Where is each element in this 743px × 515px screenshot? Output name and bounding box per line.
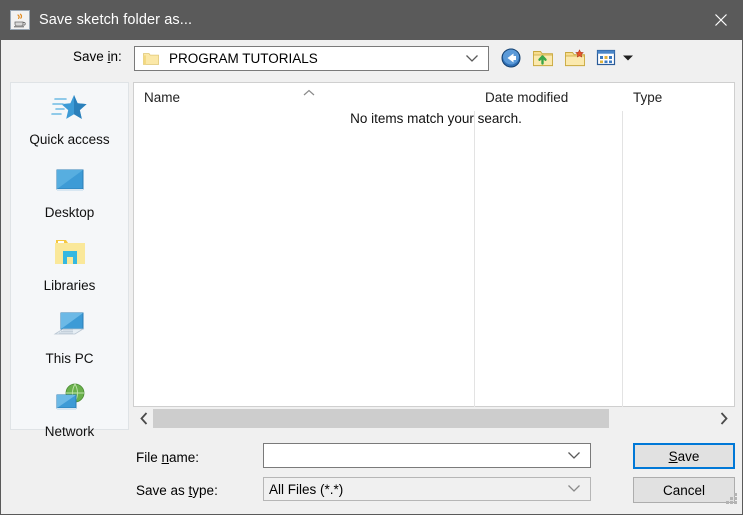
save-in-label: Save in: [73,49,122,64]
java-coffee-cup-icon [10,10,30,30]
star-icon [49,89,91,129]
dialog-toolbar [500,47,634,69]
file-list[interactable]: Name Date modified Type No items match y… [133,82,735,408]
scrollbar-thumb[interactable] [153,409,609,428]
file-name-input[interactable] [264,444,564,467]
save-as-type-label: Save as type: [136,483,218,498]
save-as-type-combobox[interactable]: All Files (*.*) [263,477,591,501]
cancel-button[interactable]: Cancel [633,477,735,503]
computer-icon [49,308,91,348]
network-globe-icon [49,381,91,421]
resize-grip[interactable] [726,492,738,510]
caret-down-icon[interactable] [622,47,634,69]
title-bar: Save sketch folder as... [1,0,742,40]
caret-up-icon [302,84,316,102]
sidebar-item-label: Desktop [44,205,95,220]
file-name-combobox[interactable] [263,443,591,468]
folder-up-icon[interactable] [532,47,554,69]
save-in-value: PROGRAM TUTORIALS [169,51,318,66]
chevron-down-icon[interactable] [567,447,581,465]
chevron-down-icon[interactable] [465,50,479,68]
scroll-left-button[interactable] [133,407,155,430]
sidebar-item-libraries[interactable]: Libraries [11,229,128,302]
libraries-folder-icon [49,235,91,275]
sidebar-item-label: Network [44,424,95,439]
monitor-icon [49,162,91,202]
sidebar-item-quick-access[interactable]: Quick access [11,83,128,156]
save-file-dialog: Save sketch folder as... Save in: PROGRA… [0,0,743,515]
sidebar-item-label: This PC [45,351,94,366]
chevron-down-icon[interactable] [567,480,581,498]
sidebar-item-this-pc[interactable]: This PC [11,302,128,375]
column-header-date-modified[interactable]: Date modified [475,83,622,111]
save-in-combobox[interactable]: PROGRAM TUTORIALS [134,46,489,71]
empty-state-message: No items match your search. [350,111,522,126]
sidebar-item-desktop[interactable]: Desktop [11,156,128,229]
new-folder-icon[interactable] [564,47,586,69]
back-arrow-icon[interactable] [500,47,522,69]
column-divider[interactable] [622,86,623,408]
horizontal-scrollbar[interactable] [133,407,735,430]
file-list-header: Name Date modified Type [134,83,734,111]
sidebar-item-label: Libraries [43,278,96,293]
sidebar-item-label: Quick access [29,132,110,147]
sidebar-item-network[interactable]: Network [11,375,128,448]
view-grid-icon[interactable] [596,47,616,69]
places-sidebar: Quick access Desktop Libraries This PC N… [10,82,129,439]
column-header-type[interactable]: Type [623,83,734,111]
file-name-label: File name: [136,450,200,465]
window-title: Save sketch folder as... [39,12,193,28]
folder-icon [143,52,159,66]
close-button[interactable] [698,0,742,40]
save-button[interactable]: Save [633,443,735,469]
column-divider[interactable] [474,86,475,408]
save-as-type-value: All Files (*.*) [269,481,344,497]
scroll-right-button[interactable] [713,407,735,430]
